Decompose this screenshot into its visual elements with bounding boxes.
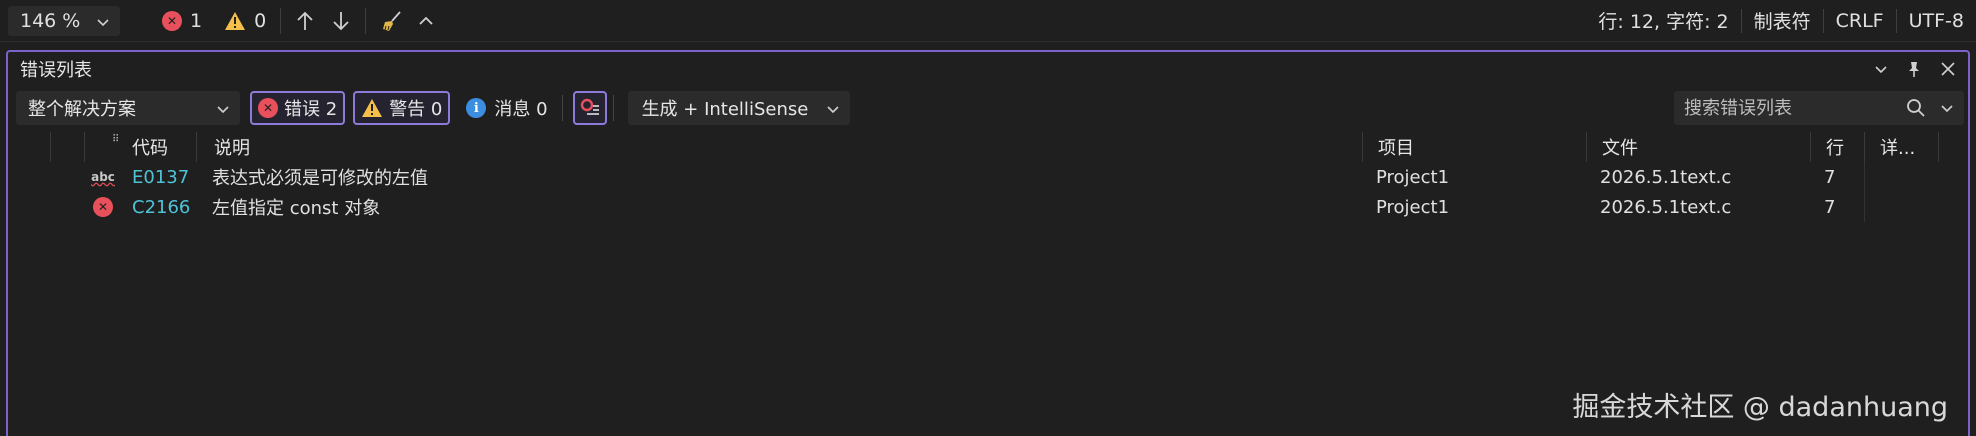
messages-filter-toggle[interactable]: i 消息 0 — [458, 91, 555, 125]
warnings-filter-toggle[interactable]: 警告 0 — [353, 91, 451, 125]
warning-triangle-icon — [362, 99, 383, 117]
column-divider — [1864, 162, 1865, 192]
scope-dropdown[interactable]: 整个解决方案 — [16, 91, 240, 125]
status-error-count[interactable]: ✕ 1 — [162, 10, 202, 32]
indent-mode[interactable]: 制表符 — [1740, 8, 1823, 33]
warning-triangle-icon — [225, 11, 246, 30]
close-icon[interactable] — [1940, 61, 1956, 77]
column-header-details[interactable]: 详... — [1872, 132, 1915, 162]
error-circle-icon: ✕ — [258, 98, 278, 118]
column-divider — [196, 132, 197, 162]
column-header-line[interactable]: 行 — [1818, 132, 1844, 162]
search-box[interactable] — [1674, 91, 1964, 125]
error-file: 2026.5.1text.c — [1600, 166, 1732, 188]
status-bar: 146 % ✕ 1 0 行: 12, 字符: 2 制表符 CRLF UTF-8 — [0, 0, 1976, 42]
column-header-project[interactable]: 项目 — [1370, 132, 1414, 162]
scope-value: 整个解决方案 — [28, 99, 136, 120]
spell-abc-icon: abc — [91, 170, 115, 184]
divider — [612, 95, 614, 121]
error-circle-icon: ✕ — [92, 197, 114, 217]
column-divider — [1586, 132, 1587, 162]
divider — [365, 7, 367, 34]
error-line: 7 — [1824, 166, 1836, 188]
encoding[interactable]: UTF-8 — [1895, 8, 1976, 33]
panel-title: 错误列表 — [20, 60, 92, 81]
column-divider — [1810, 132, 1811, 162]
column-divider — [84, 132, 85, 162]
watermark: 掘金技术社区 @ dadanhuang — [1572, 392, 1948, 423]
panel-header: 错误列表 — [8, 52, 1968, 86]
chevron-up-icon[interactable] — [418, 15, 434, 27]
sort-grip-icon: ⠿ — [112, 134, 120, 145]
column-divider — [1864, 132, 1865, 162]
chevron-down-icon — [216, 98, 230, 119]
error-description: 左值指定 const 对象 — [212, 198, 381, 219]
column-header-code[interactable]: 代码 — [124, 132, 168, 162]
build-source-dropdown[interactable]: 生成 + IntelliSense — [627, 91, 850, 125]
window-options-chevron-icon[interactable] — [1874, 64, 1888, 74]
pin-icon[interactable] — [1906, 60, 1922, 78]
filter-icon — [580, 98, 599, 115]
line-ending[interactable]: CRLF — [1822, 8, 1896, 33]
cursor-position[interactable]: 行: 12, 字符: 2 — [1586, 9, 1740, 33]
column-header-file[interactable]: 文件 — [1594, 132, 1638, 162]
error-file: 2026.5.1text.c — [1600, 196, 1732, 218]
filter-current-document-button[interactable] — [572, 91, 607, 125]
column-divider — [1362, 132, 1363, 162]
chevron-down-icon — [826, 98, 840, 119]
error-code-link[interactable]: C2166 — [124, 192, 190, 222]
error-circle-icon: ✕ — [162, 10, 182, 31]
chevron-down-icon[interactable] — [1940, 103, 1954, 113]
search-input[interactable] — [1684, 97, 1884, 119]
error-description: 表达式必须是可修改的左值 — [212, 168, 428, 189]
error-list-toolbar: 整个解决方案 ✕ 错误 2 警告 0 i 消息 0 生成 + IntelliSe… — [8, 86, 1968, 130]
build-source-value: 生成 + IntelliSense — [641, 99, 809, 120]
info-circle-icon: i — [466, 98, 487, 118]
error-list-panel: 错误列表 整个解决方案 ✕ 错误 2 警告 0 i 消息 0 生成 + Inte… — [6, 50, 1970, 436]
divider — [561, 95, 563, 121]
table-row[interactable]: abc E0137 表达式必须是可修改的左值 Project1 2026.5.1… — [8, 162, 1968, 192]
status-warning-count[interactable]: 0 — [224, 10, 266, 32]
search-icon[interactable] — [1906, 98, 1926, 118]
errors-filter-toggle[interactable]: ✕ 错误 2 — [250, 91, 346, 125]
zoom-dropdown[interactable]: 146 % — [8, 5, 120, 36]
arrow-down-icon[interactable] — [331, 10, 351, 32]
divider — [280, 7, 282, 34]
table-header: ⠿ 代码 说明 项目 文件 行 详... — [8, 132, 1968, 162]
error-project: Project1 — [1376, 196, 1450, 218]
error-project: Project1 — [1376, 166, 1450, 188]
column-divider — [1864, 192, 1865, 222]
column-header-description[interactable]: 说明 — [206, 132, 250, 162]
arrow-up-icon[interactable] — [295, 10, 315, 32]
broom-cleanup-icon[interactable] — [380, 9, 404, 33]
column-divider — [50, 132, 51, 162]
table-row[interactable]: ✕ C2166 左值指定 const 对象 Project1 2026.5.1t… — [8, 192, 1968, 222]
error-table: ⠿ 代码 说明 项目 文件 行 详... abc E0137 表达式必须是可修改… — [8, 132, 1968, 222]
zoom-value: 146 % — [20, 9, 81, 32]
error-line: 7 — [1824, 196, 1836, 218]
error-code-link[interactable]: E0137 — [124, 162, 189, 192]
chevron-down-icon — [96, 10, 110, 32]
column-divider — [1938, 132, 1939, 162]
